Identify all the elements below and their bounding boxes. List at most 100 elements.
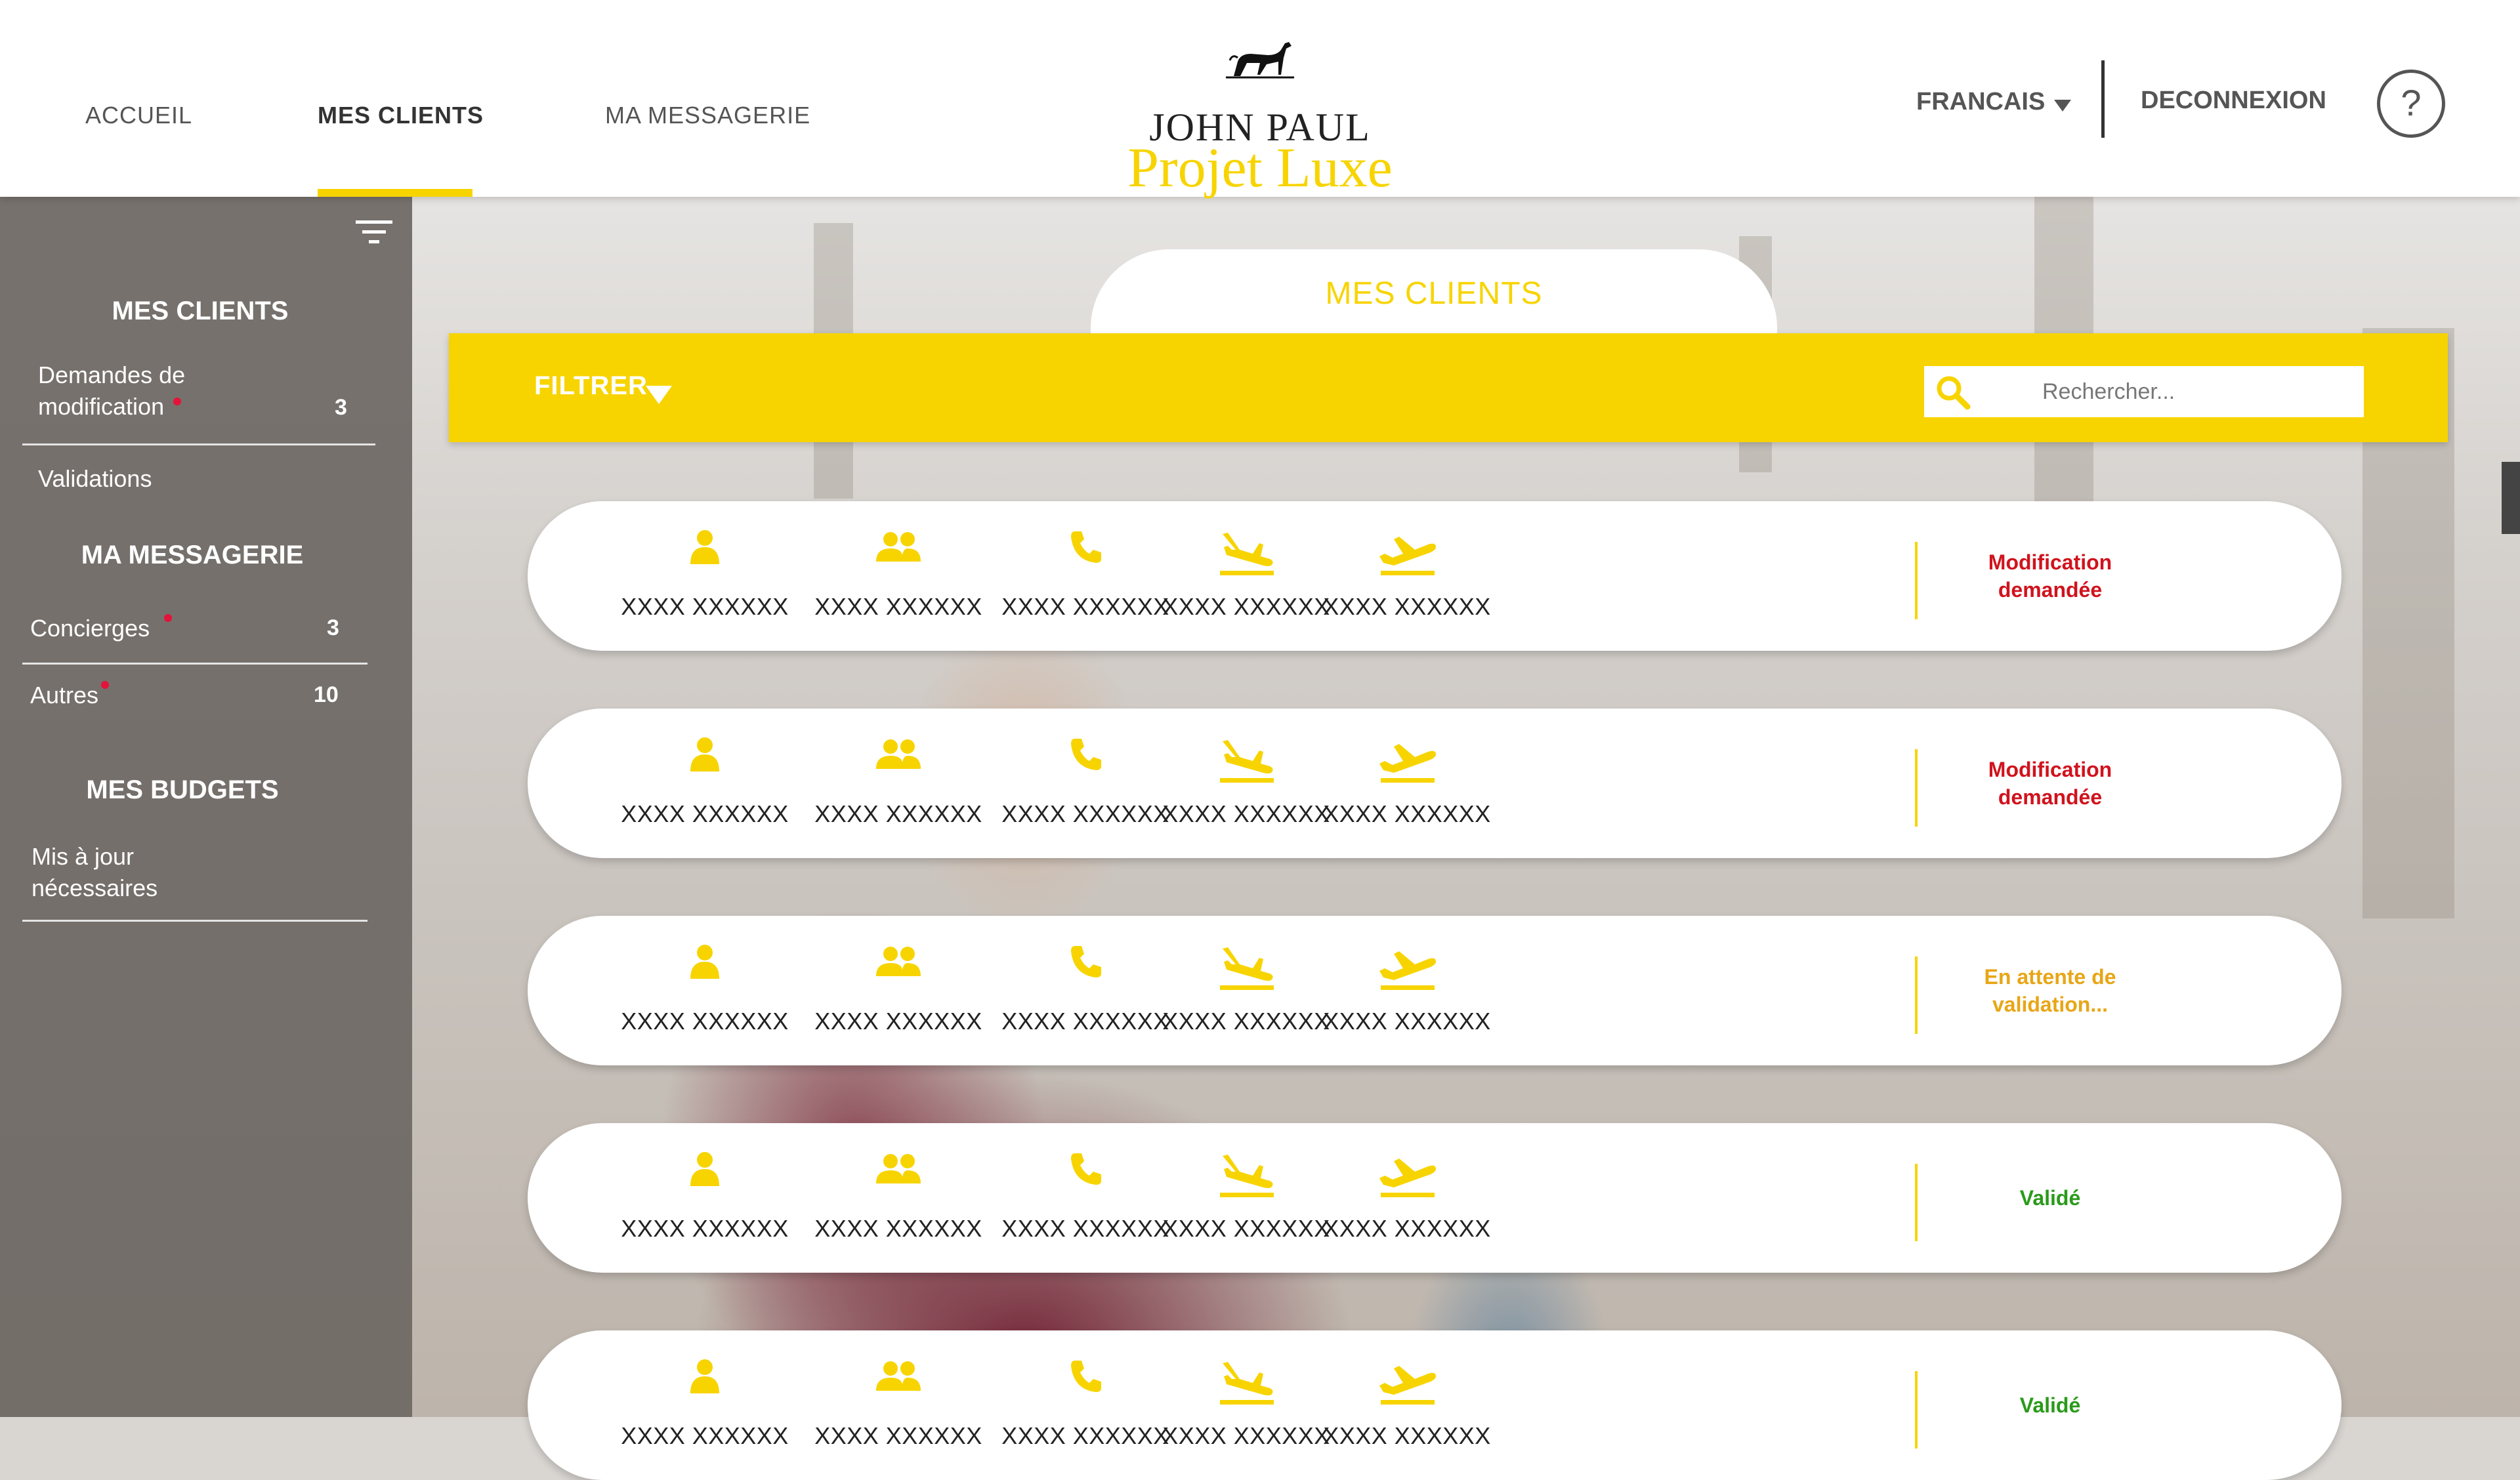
cell-value: XXXX XXXXXX	[621, 1215, 789, 1242]
cell-value: XXXX XXXXXX	[621, 1008, 789, 1035]
sidebar-count-demandes: 3	[335, 395, 347, 420]
departure-cell: XXXX XXXXXX	[1309, 1149, 1505, 1254]
companion-cell: XXXX XXXXXX	[800, 527, 997, 632]
notification-dot	[173, 398, 181, 405]
nav-accueil[interactable]: ACCUEIL	[85, 102, 192, 129]
cell-value: XXXX XXXXXX	[814, 1008, 982, 1035]
client-row[interactable]: XXXX XXXXXX XXXX XXXXXX XXXX XXXXXX XXXX XX…	[528, 501, 2342, 651]
cell-value: XXXX XXXXXX	[621, 593, 789, 620]
status-line: Modification	[1988, 758, 2112, 781]
sidebar-item-label: nécessaires	[32, 874, 158, 901]
person-icon	[606, 735, 803, 787]
page-title-tab: MES CLIENTS	[1091, 249, 1777, 341]
notification-dot	[164, 614, 172, 622]
filter-button[interactable]: FILTRER	[534, 371, 648, 401]
sidebar-item-mise-a-jour[interactable]: Mis à jour nécessaires	[32, 841, 158, 904]
client-name-cell: XXXX XXXXXX	[606, 1357, 803, 1462]
companion-cell: XXXX XXXXXX	[800, 735, 997, 840]
sidebar-item-label: Demandes de	[38, 361, 186, 388]
cell-value: XXXX XXXXXX	[1323, 1422, 1491, 1449]
sidebar-item-demandes[interactable]: Demandes de modification	[38, 360, 185, 422]
nav-mes-clients[interactable]: MES CLIENTS	[318, 102, 484, 129]
active-nav-indicator	[318, 189, 472, 197]
cell-value: XXXX XXXXXX	[814, 1422, 982, 1449]
status-line: validation...	[1992, 993, 2108, 1016]
cell-value: XXXX XXXXXX	[621, 1422, 789, 1449]
row-divider	[1915, 956, 1918, 1034]
status-badge: Validé	[1925, 1330, 2175, 1480]
client-name-cell: XXXX XXXXXX	[606, 735, 803, 840]
companion-cell: XXXX XXXXXX	[800, 942, 997, 1047]
top-header: ACCUEIL MES CLIENTS MA MESSAGERIE JOHN P…	[0, 0, 2520, 197]
status-line: En attente de	[1984, 965, 2116, 989]
sidebar-item-concierges[interactable]: Concierges	[30, 613, 150, 644]
greyhound-logo-icon	[1226, 42, 1294, 79]
sidebar-item-autres[interactable]: Autres	[30, 680, 98, 711]
header-divider	[2101, 60, 2105, 138]
notification-dot	[101, 681, 109, 689]
sidebar-heading-messagerie: MA MESSAGERIE	[81, 541, 304, 569]
search-box	[1924, 366, 2364, 417]
departure-cell: XXXX XXXXXX	[1309, 735, 1505, 840]
status-badge: Modification demandée	[1925, 501, 2175, 651]
brand-logo[interactable]: JOHN PAUL Projet Luxe	[1116, 26, 1404, 195]
language-selector[interactable]: FRANCAIS	[1916, 88, 2045, 116]
client-row[interactable]: XXXX XXXXXX XXXX XXXXXX XXXX XXXXXX XXXX XX…	[528, 916, 2342, 1065]
row-divider	[1915, 1371, 1918, 1449]
sidebar-heading-clients: MES CLIENTS	[112, 297, 289, 325]
cell-value: XXXX XXXXXX	[1323, 1008, 1491, 1035]
companion-cell: XXXX XXXXXX	[800, 1357, 997, 1462]
status-line: Validé	[2019, 1186, 2081, 1210]
cell-value: XXXX XXXXXX	[814, 593, 982, 620]
person-icon	[606, 1357, 803, 1409]
row-divider	[1915, 1164, 1918, 1241]
status-line: Validé	[2019, 1393, 2081, 1417]
status-line: Modification	[1988, 550, 2112, 574]
nav-ma-messagerie[interactable]: MA MESSAGERIE	[605, 102, 810, 129]
departure-cell: XXXX XXXXXX	[1309, 527, 1505, 632]
group-icon	[800, 942, 997, 995]
client-row[interactable]: XXXX XXXXXX XXXX XXXXXX XXXX XXXXXX XXXX XX…	[528, 1330, 2342, 1480]
cell-value: XXXX XXXXXX	[1323, 1215, 1491, 1242]
sidebar-divider	[22, 663, 368, 665]
status-badge: En attente de validation...	[1925, 916, 2175, 1065]
person-icon	[606, 527, 803, 580]
cell-value: XXXX XXXXXX	[1323, 800, 1491, 827]
row-divider	[1915, 542, 1918, 619]
sidebar-divider	[22, 920, 368, 922]
client-row[interactable]: XXXX XXXXXX XXXX XXXXXX XXXX XXXXXX XXXX XX…	[528, 1123, 2342, 1273]
chevron-down-icon[interactable]	[2054, 100, 2071, 112]
companion-cell: XXXX XXXXXX	[800, 1149, 997, 1254]
client-row[interactable]: XXXX XXXXXX XXXX XXXXXX XXXX XXXXXX XXXX XX…	[528, 709, 2342, 858]
sidebar-heading-budgets: MES BUDGETS	[86, 775, 279, 804]
status-badge: Modification demandée	[1925, 709, 2175, 858]
status-line: demandée	[1998, 578, 2103, 602]
sidebar-item-validations[interactable]: Validations	[38, 463, 152, 495]
client-name-cell: XXXX XXXXXX	[606, 527, 803, 632]
plane-takeoff-icon	[1309, 1357, 1505, 1409]
search-icon[interactable]	[1933, 373, 1973, 412]
cell-value: XXXX XXXXXX	[1323, 593, 1491, 620]
departure-cell: XXXX XXXXXX	[1309, 1357, 1505, 1462]
caret-down-icon[interactable]	[646, 386, 672, 404]
group-icon	[800, 1149, 997, 1202]
person-icon	[606, 1149, 803, 1202]
logout-button[interactable]: DECONNEXION	[2141, 87, 2326, 115]
client-name-cell: XXXX XXXXXX	[606, 1149, 803, 1254]
search-input[interactable]	[1983, 373, 2351, 411]
sidebar-count-concierges: 3	[327, 615, 339, 640]
plane-takeoff-icon	[1309, 527, 1505, 580]
logo-projet-luxe: Projet Luxe	[1127, 136, 1393, 199]
plane-takeoff-icon	[1309, 1149, 1505, 1202]
filter-icon[interactable]	[354, 218, 394, 247]
sidebar: MES CLIENTS Demandes de modification 3 V…	[0, 197, 412, 1417]
help-button[interactable]: ?	[2377, 70, 2445, 138]
page-title: MES CLIENTS	[1325, 276, 1543, 311]
plane-takeoff-icon	[1309, 735, 1505, 787]
sidebar-item-label: modification	[38, 393, 165, 420]
cell-value: XXXX XXXXXX	[814, 800, 982, 827]
filter-bar: FILTRER	[449, 333, 2448, 442]
cell-value: XXXX XXXXXX	[814, 1215, 982, 1242]
scrollbar[interactable]	[2502, 462, 2520, 534]
row-divider	[1915, 749, 1918, 827]
